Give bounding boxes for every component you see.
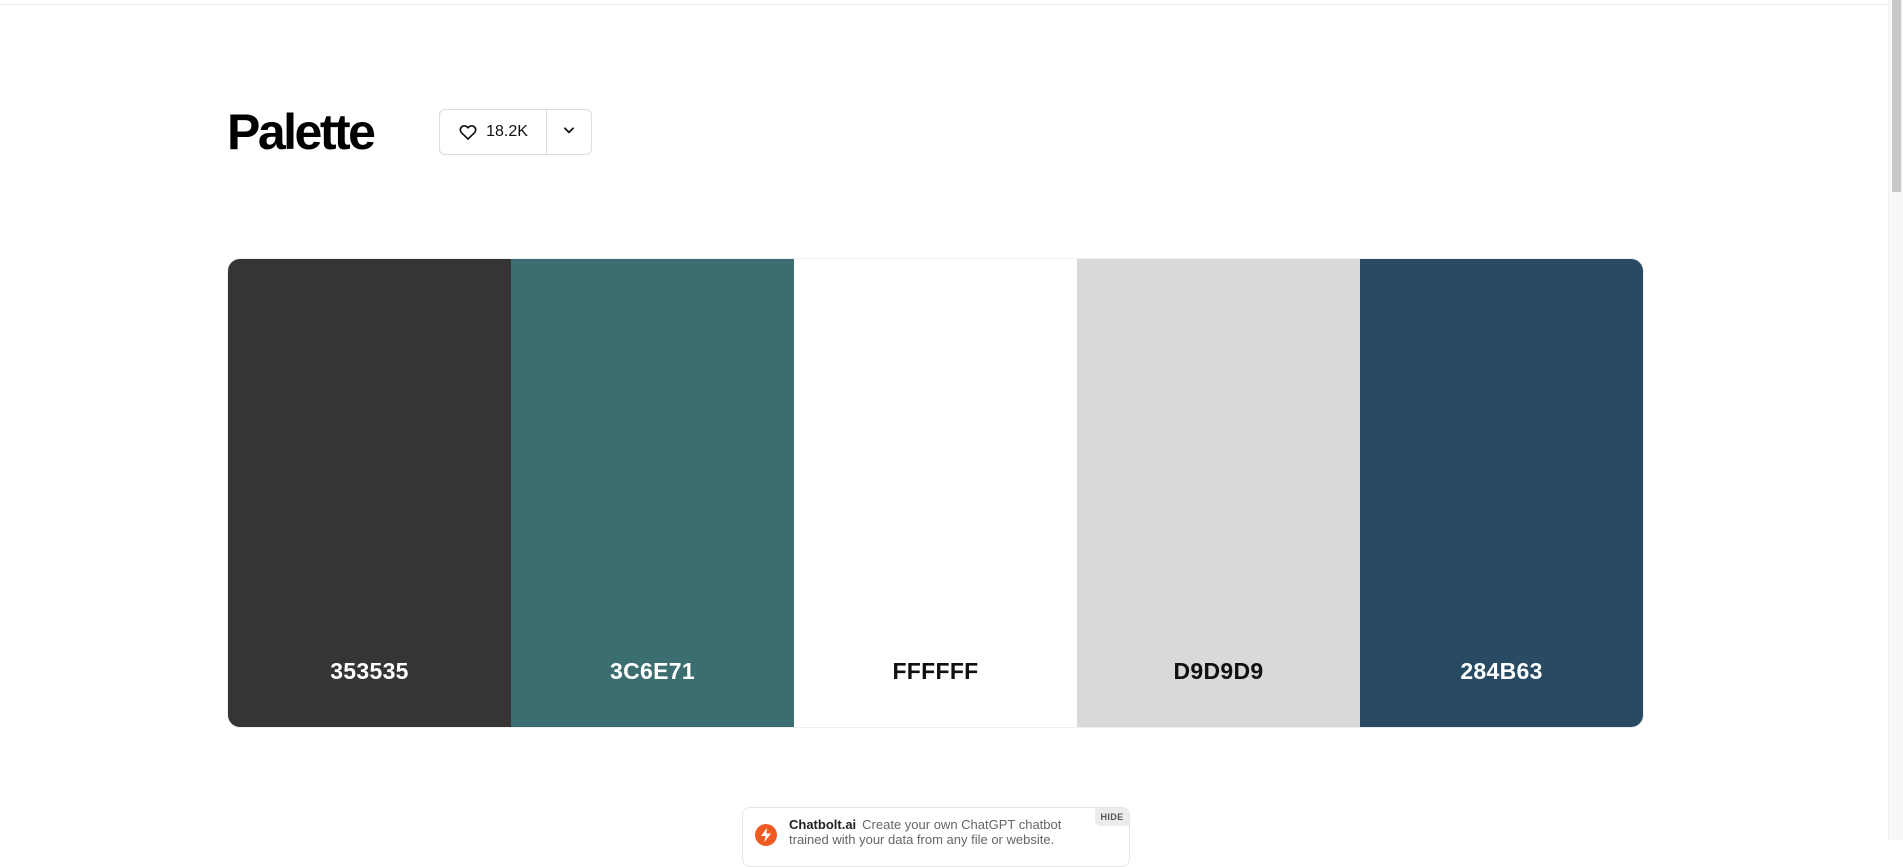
color-hex-label: D9D9D9: [1173, 658, 1264, 684]
color-hex-label: 353535: [330, 658, 409, 684]
color-hex-label: 284B63: [1460, 658, 1543, 684]
hide-ad-button[interactable]: HIDE: [1095, 808, 1129, 826]
sponsored-ad[interactable]: Chatbolt.ai Create your own ChatGPT chatb…: [742, 807, 1130, 867]
heart-icon: [458, 122, 478, 142]
color-swatch[interactable]: FFFFFF: [794, 259, 1077, 727]
color-swatch[interactable]: 3C6E71: [511, 259, 794, 727]
ad-text: Chatbolt.ai Create your own ChatGPT chatb…: [789, 817, 1089, 847]
vertical-scrollbar[interactable]: [1888, 0, 1903, 840]
scrollbar-thumb[interactable]: [1892, 0, 1901, 192]
header-divider: [0, 4, 1888, 5]
more-options-button[interactable]: [547, 110, 591, 154]
color-hex-label: FFFFFF: [892, 658, 979, 684]
chatbolt-logo-icon: [755, 824, 777, 846]
color-hex-label: 3C6E71: [610, 658, 695, 684]
like-count: 18.2K: [486, 123, 528, 140]
chevron-down-icon: [562, 123, 576, 142]
ad-brand: Chatbolt.ai: [789, 817, 857, 832]
color-swatch[interactable]: 353535: [228, 259, 511, 727]
color-swatch[interactable]: 284B63: [1360, 259, 1643, 727]
like-button[interactable]: 18.2K: [440, 110, 547, 154]
like-button-group: 18.2K: [439, 109, 592, 155]
page-title: Palette: [227, 104, 376, 160]
color-swatch[interactable]: D9D9D9: [1077, 259, 1360, 727]
color-palette: 353535 3C6E71 FFFFFF D9D9D9 284B63: [228, 259, 1643, 727]
